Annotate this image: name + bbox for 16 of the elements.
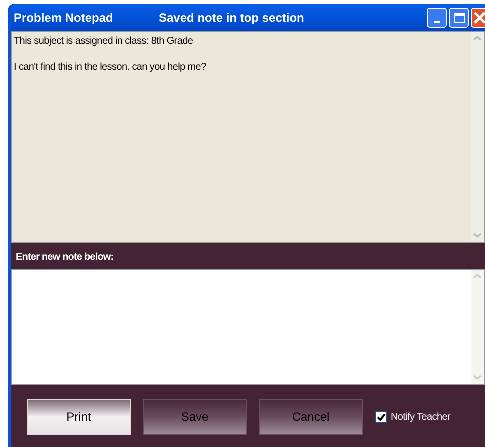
minimize-button[interactable] xyxy=(427,8,447,28)
close-button[interactable] xyxy=(471,8,485,28)
saved-note-area[interactable]: This subject is assigned in class: 8th Grade I can't find this in the lesson. can you help me? xyxy=(11,31,485,243)
status-message: Saved note in top section xyxy=(159,10,304,26)
notify-checkbox[interactable] xyxy=(375,411,387,423)
note-line: This subject is assigned in class: 8th Grade xyxy=(14,35,194,49)
note-line: I can't find this in the lesson. can you help me? xyxy=(14,61,208,75)
section-label: Enter new note below: xyxy=(16,250,114,264)
scrollbar[interactable] xyxy=(471,32,484,242)
maximize-button[interactable] xyxy=(449,8,469,28)
window-title: Problem Notepad xyxy=(14,10,114,26)
action-button[interactable]: Print xyxy=(27,399,131,435)
checkbox-label: Notify Teacher xyxy=(391,410,451,424)
new-note-field[interactable] xyxy=(11,269,485,385)
close-icon xyxy=(474,12,485,24)
scrollbar[interactable] xyxy=(471,270,484,384)
